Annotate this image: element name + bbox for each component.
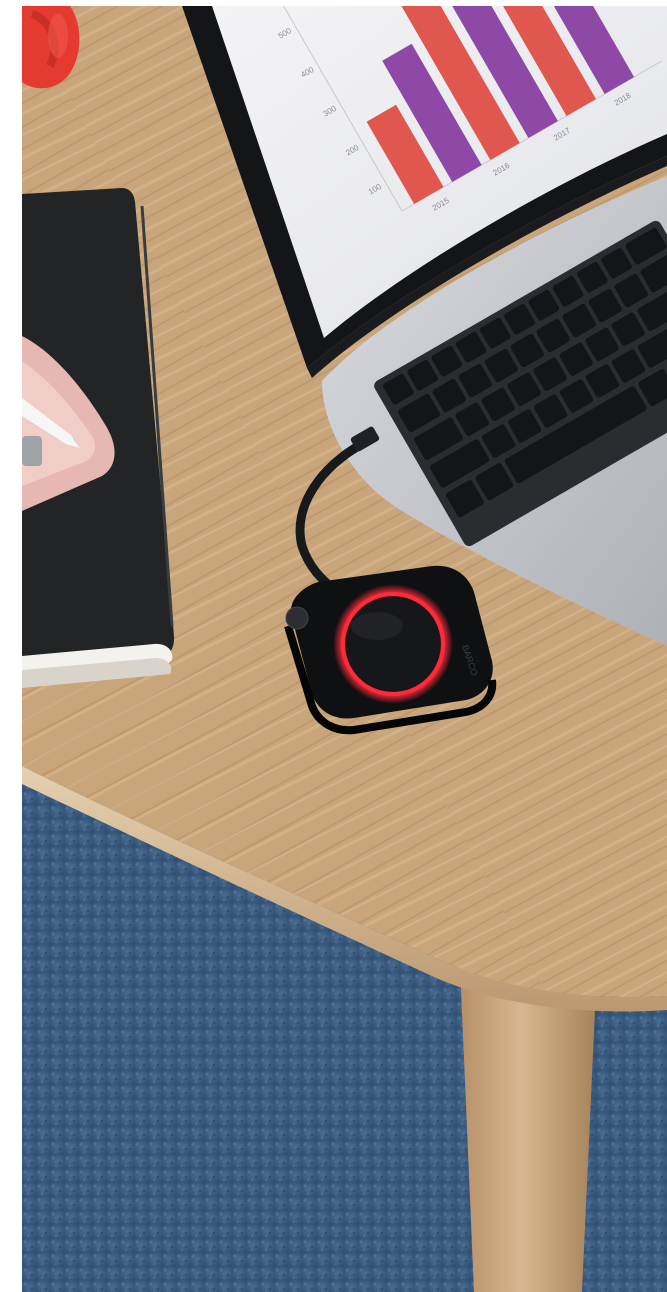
pen-clip-icon: [22, 436, 42, 466]
table-leg: [460, 966, 597, 1292]
photo-canvas: 500400300200100 2015201620172018 BARCO: [22, 6, 667, 1292]
button-small-key: [285, 606, 309, 630]
button-face: [346, 597, 440, 691]
photo-scene: 500 400 300 200 100 2015 2016 2017 2018 BARCO: [22, 6, 667, 1292]
